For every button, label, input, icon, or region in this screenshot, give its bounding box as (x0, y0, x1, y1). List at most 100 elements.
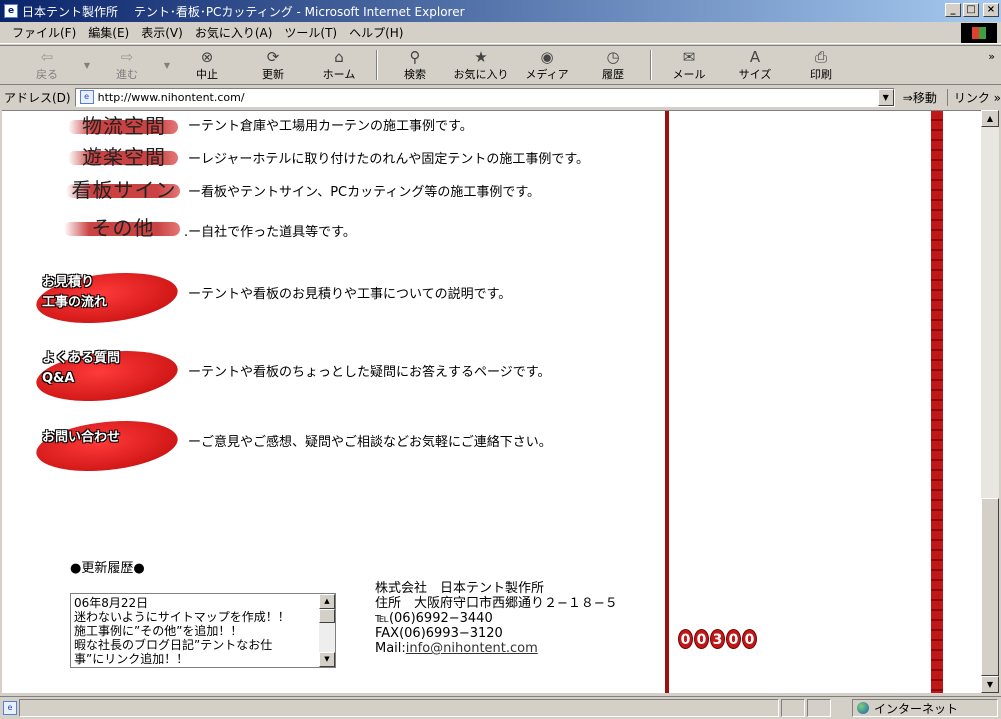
history-line: 暇な社長のブログ日記”テントなお仕 (74, 638, 273, 652)
print-button[interactable]: ⎙ 印刷 (788, 46, 854, 84)
toolbar-more-button[interactable]: » (988, 50, 995, 63)
visitor-counter: 0 0 3 0 0 (678, 629, 757, 649)
mail-label: メール (672, 68, 706, 81)
address-input[interactable]: e http://www.nihontent.com/ ▼ (74, 87, 895, 107)
history-button[interactable]: ◷ 履歴 (580, 46, 646, 84)
toolbar-separator (376, 50, 378, 80)
size-button[interactable]: A サイズ (722, 46, 788, 84)
go-label: 移動 (912, 90, 937, 105)
stop-icon: ⊗ (200, 48, 214, 66)
print-label: 印刷 (810, 68, 832, 81)
scroll-up-icon[interactable]: ▲ (981, 110, 999, 127)
company-tel: ℡(06)6992−3440 (375, 611, 493, 626)
favorites-label: お気に入り (453, 68, 509, 81)
size-label: サイズ (738, 68, 772, 81)
home-button[interactable]: ⌂ ホーム (306, 46, 372, 84)
mail-icon: ✉ (682, 48, 696, 66)
internet-globe-icon (857, 702, 869, 714)
menu-help[interactable]: ヘルプ(H) (343, 24, 409, 41)
status-pane (781, 699, 805, 717)
scroll-thumb[interactable] (981, 498, 999, 676)
company-fax: FAX(06)6993−3120 (375, 626, 503, 641)
history-icon: ◷ (606, 48, 620, 66)
media-icon: ◉ (540, 48, 554, 66)
scroll-down-icon[interactable]: ▼ (981, 676, 999, 693)
forward-button[interactable]: ⇨ 進む (94, 46, 160, 84)
toolbar-separator (650, 50, 652, 80)
back-dropdown-icon[interactable]: ▼ (80, 46, 94, 84)
page-status-icon: e (3, 701, 17, 715)
links-button[interactable]: リンク » (946, 88, 1001, 106)
media-button[interactable]: ◉ メディア (514, 46, 580, 84)
ie-icon: e (4, 4, 18, 18)
search-button[interactable]: ⚲ 検索 (382, 46, 448, 84)
history-line: 事”にリンク追加！！ (74, 652, 189, 666)
status-text-pane (19, 699, 779, 717)
favorites-button[interactable]: ★ お気に入り (448, 46, 514, 84)
menu-file[interactable]: ファイル(F) (6, 24, 82, 41)
page-content: 物流空間 ーテント倉庫や工場用カーテンの施工事例です。 遊楽空間 ーレジャーホテ… (2, 110, 981, 693)
category-other-label[interactable]: その他 (64, 210, 180, 242)
forward-arrow-icon: ⇨ (120, 48, 134, 66)
category-logistics-label[interactable]: 物流空間 (68, 111, 178, 140)
go-button[interactable]: ⇒移動 (903, 89, 937, 106)
stop-button[interactable]: ⊗ 中止 (174, 46, 240, 84)
menu-tools[interactable]: ツール(T) (278, 24, 343, 41)
back-button[interactable]: ⇦ 戻る (14, 46, 80, 84)
category-signboard-label[interactable]: 看板サイン (66, 172, 180, 204)
faq-desc: ーテントや看板のちょっとした疑問にお答えするページです。 (188, 365, 551, 380)
history-scroll-down-icon[interactable]: ▼ (319, 652, 335, 667)
category-logistics-desc: ーテント倉庫や工場用カーテンの施工事例です。 (188, 119, 473, 134)
address-dropdown-icon[interactable]: ▼ (877, 88, 894, 106)
windows-logo-icon (961, 23, 997, 43)
status-pane (807, 699, 831, 717)
faq-label-line1: よくある質問 (42, 351, 121, 366)
mail-label: Mail: (375, 641, 406, 656)
mail-link[interactable]: info@nihontent.com (406, 641, 538, 656)
favorites-icon: ★ (474, 48, 488, 66)
category-other-desc: .ー自社で作った道具等です。 (184, 225, 356, 240)
divider-line (665, 111, 669, 693)
zone-label: インターネット (874, 701, 959, 716)
page-scrollbar[interactable]: ▲ ▼ (981, 110, 999, 693)
search-label: 検索 (404, 68, 426, 81)
menu-favorites[interactable]: お気に入り(A) (189, 24, 279, 41)
counter-digit: 3 (710, 629, 725, 649)
history-line: 施工事例に”その他”を追加！！ (74, 624, 243, 638)
estimate-label-line2: 工事の流れ (42, 295, 108, 310)
history-textarea[interactable]: 06年8月22日 迷わないようにサイトマップを作成！！ 施工事例に”その他”を追… (70, 593, 336, 668)
menu-edit[interactable]: 編集(E) (82, 24, 135, 41)
close-button[interactable]: × (983, 3, 999, 17)
home-icon: ⌂ (334, 48, 344, 66)
history-scroll-up-icon[interactable]: ▲ (319, 594, 335, 609)
minimize-button[interactable]: _ (945, 3, 961, 17)
history-line: 06年8月22日 (74, 596, 149, 610)
company-name: 株式会社 日本テント製作所 (375, 581, 545, 596)
counter-digit: 0 (678, 629, 693, 649)
security-zone: インターネット (852, 699, 998, 717)
estimate-desc: ーテントや看板のお見積りや工事についての説明です。 (188, 287, 512, 302)
forward-dropdown-icon[interactable]: ▼ (160, 46, 174, 84)
printer-icon: ⎙ (814, 48, 827, 66)
history-scroll-thumb[interactable] (319, 609, 335, 623)
forward-label: 進む (116, 68, 138, 81)
history-scrollbar[interactable]: ▲ ▼ (319, 594, 335, 667)
refresh-button[interactable]: ⟳ 更新 (240, 46, 306, 84)
window-title: 日本テント製作所 テント･看板･PCカッティング - Microsoft Int… (22, 4, 465, 19)
history-title: ●更新履歴● (70, 561, 145, 576)
menu-view[interactable]: 表示(V) (135, 24, 189, 41)
maximize-button[interactable]: □ (963, 3, 979, 17)
page-icon: e (79, 90, 94, 104)
contact-label: お問い合わせ (42, 430, 121, 445)
history-label: 履歴 (602, 68, 624, 81)
category-leisure-desc: ーレジャーホテルに取り付けたのれんや固定テントの施工事例です。 (188, 152, 590, 167)
contact-desc: ーご意見やご感想、疑問やご相談などお気軽にご連絡下さい。 (188, 435, 552, 450)
estimate-label-line1: お見積り (42, 275, 95, 290)
company-mail-row: Mail:info@nihontent.com (375, 641, 618, 656)
company-info: 株式会社 日本テント製作所 住所 大阪府守口市西郷通り２−１８−５ ℡(06)6… (375, 581, 618, 656)
status-bar: e インターネット (0, 696, 1001, 719)
category-leisure-label[interactable]: 遊楽空間 (68, 139, 178, 171)
menu-bar: ファイル(F) 編集(E) 表示(V) お気に入り(A) ツール(T) ヘルプ(… (0, 22, 1001, 44)
mail-button[interactable]: ✉ メール (656, 46, 722, 84)
text-size-icon: A (749, 48, 761, 66)
